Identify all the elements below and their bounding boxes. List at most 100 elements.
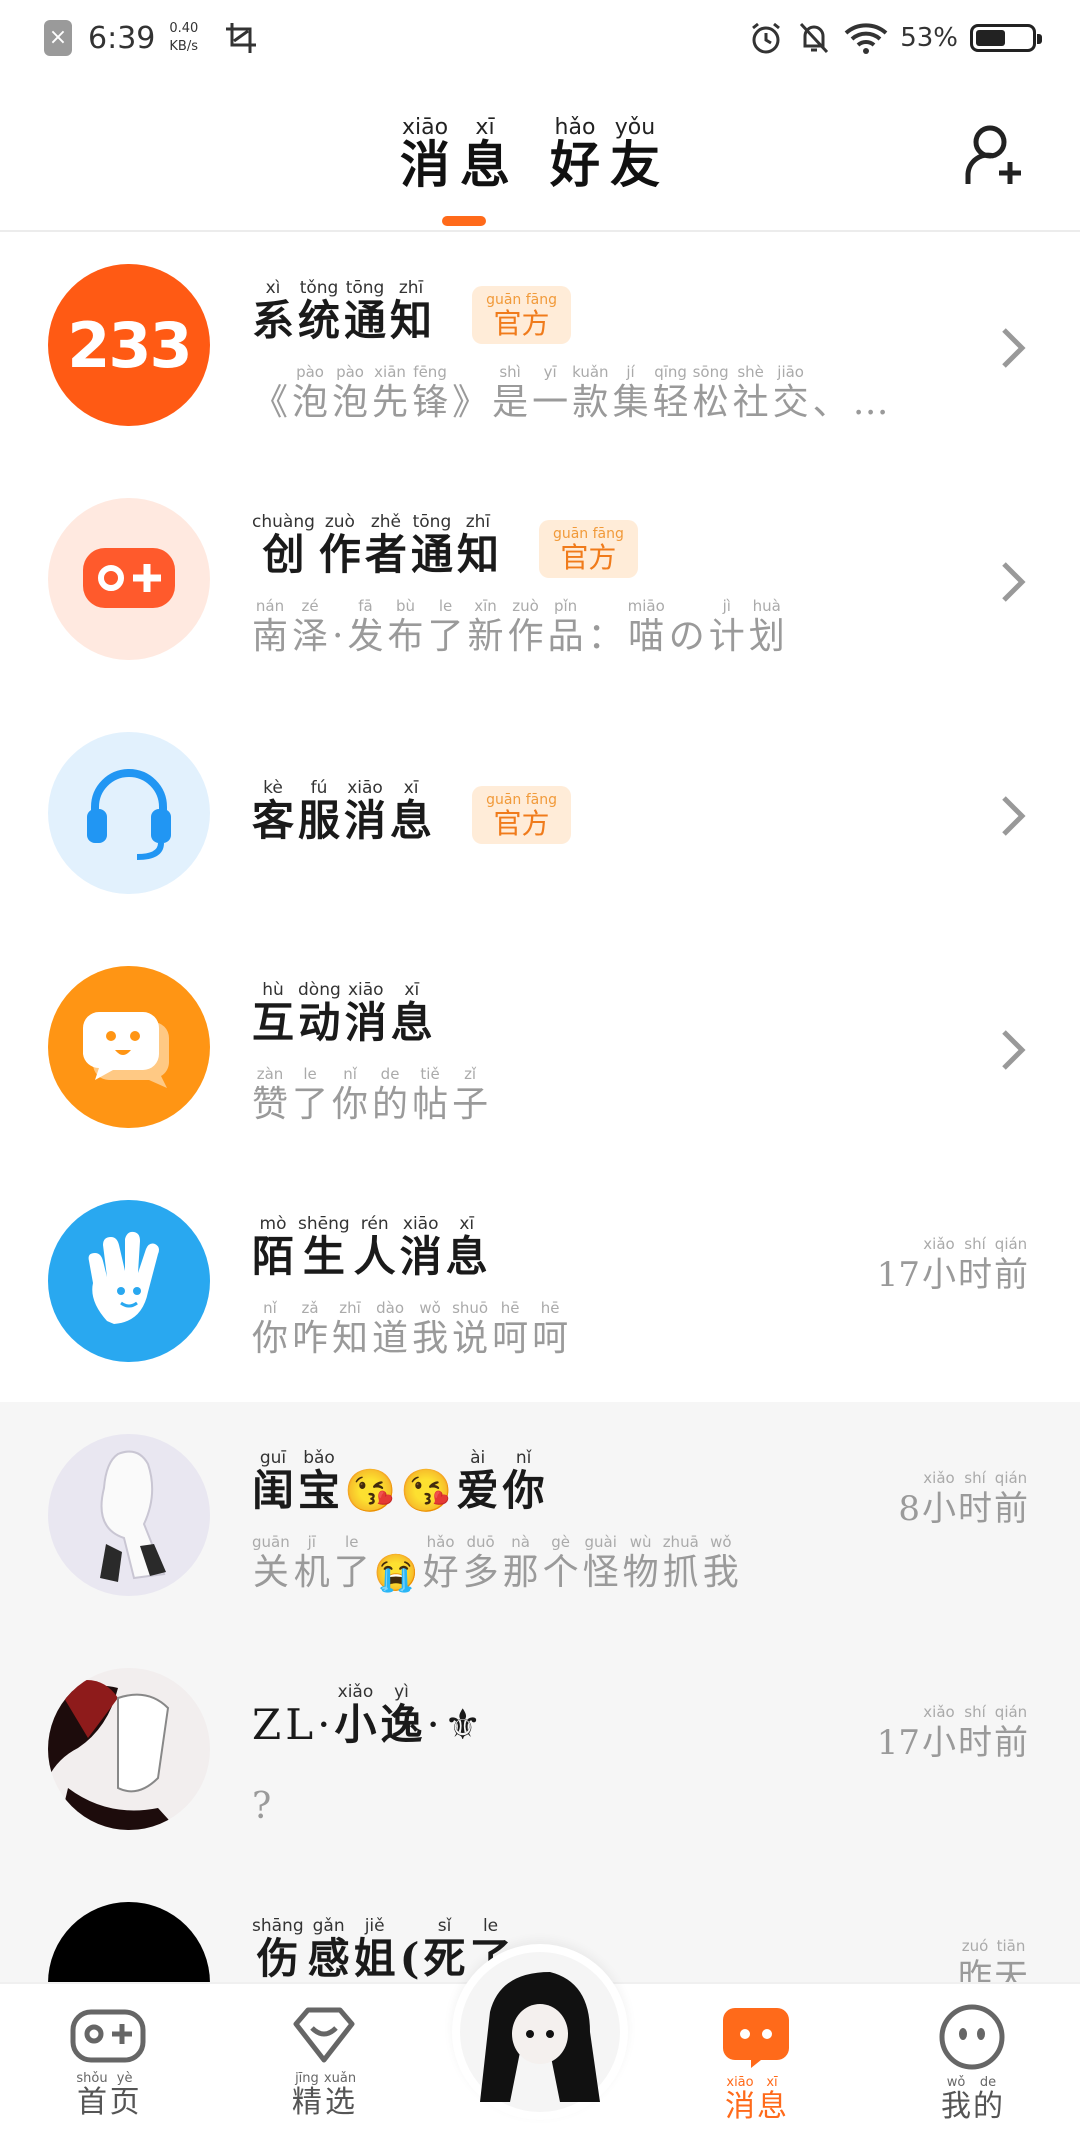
header: xiāo 消 xī 息 hǎo 好 yǒu 友 (0, 90, 1080, 232)
battery-level (976, 30, 1005, 46)
hanzi: 感 (307, 1934, 350, 1983)
hanzi: 时 (958, 1723, 992, 1763)
hanzi: 道 (372, 1318, 409, 1359)
pinyin (259, 1766, 264, 1786)
pinyin: yī (543, 363, 557, 381)
title-char: xiāo 消 (345, 980, 387, 1046)
pinyin: guī (259, 1448, 287, 1468)
pinyin: tōng (412, 512, 452, 532)
preview-char: dào 道 (372, 1298, 408, 1360)
hanzi: 》 (452, 382, 489, 423)
list-item-stranger-messages[interactable]: mò 陌 shēng 生 rén 人 xiāo 消 xī 息 nǐ 你 zǎ 咋 zhī 知 dào 道 wǒ 我 s… (0, 1168, 1080, 1402)
pinyin (296, 1682, 301, 1702)
pinyin: zǎ (301, 1299, 319, 1317)
title-char: zhī 知 (457, 512, 499, 578)
hanzi: 机 (293, 1552, 330, 1593)
hanzi: 的 (372, 1084, 409, 1125)
pinyin: tōng (345, 278, 385, 298)
list-item-system-notice[interactable]: 233 xì 系 tǒng 统 tōng 通 zhī 知 guān fāng 官方 《 pào 泡 pà… (0, 232, 1080, 466)
pinyin: wǒ (419, 1299, 441, 1317)
title-char: L (285, 1682, 313, 1748)
pinyin: xiāo (726, 2075, 754, 2090)
preview-char: · (332, 596, 343, 658)
time-number: 17 (876, 1723, 920, 1763)
title-char: hù 互 (252, 980, 294, 1046)
title-char: · (426, 1682, 439, 1748)
preview-char: le 了 (292, 1064, 328, 1126)
pinyin: wǒ (710, 1533, 732, 1551)
pinyin: miāo (627, 597, 665, 615)
pinyin: jī (307, 1533, 316, 1551)
title-char: rén 人 (354, 1214, 396, 1280)
hanzi: 作 (318, 530, 361, 579)
hanzi: 松 (692, 382, 729, 423)
title-char: ⚜ (444, 1682, 482, 1748)
hanzi: 知 (332, 1318, 369, 1359)
center-profile-avatar[interactable] (452, 1944, 628, 2120)
pinyin (367, 1448, 372, 1468)
hanzi: 时 (958, 1489, 992, 1529)
row-title: chuàng 创 zuò 作 zhě 者 tōng 通 zhī 知 guān fāng 官方 (252, 512, 638, 578)
list-item-chat[interactable]: guī 闺 bǎo 宝 😘 😘 ài 爱 nǐ 你 guān 关 jī 机 le 了 😭 hǎo 好 duō 多… (0, 1402, 1080, 1636)
hanzi: 😘 (344, 1467, 397, 1514)
hanzi: 😘 (400, 1467, 453, 1514)
preview-char: 😭 (374, 1532, 419, 1594)
hanzi: 了 (333, 1552, 370, 1593)
nav-messages[interactable]: xiāo 消 xī 息 (686, 2004, 826, 2124)
pinyin: tiān (996, 1937, 1026, 1955)
pinyin (430, 1682, 435, 1702)
pinyin: rén (360, 1214, 389, 1234)
pinyin: hē (500, 1299, 520, 1317)
time-char: xiǎo 小 (922, 1468, 956, 1530)
list-item-creator-notice[interactable]: chuàng 创 zuò 作 zhě 者 tōng 通 zhī 知 guān fāng 官方 nán 南… (0, 466, 1080, 700)
screenshot-icon (226, 23, 257, 53)
hanzi: 赞 (252, 1084, 289, 1125)
face-icon (939, 2004, 1005, 2070)
pinyin: le (303, 1065, 317, 1083)
title-char: xiāo 消 (400, 1214, 442, 1280)
hanzi: 轻 (652, 382, 689, 423)
hanzi: 喵 (628, 616, 665, 657)
pinyin: dòng (298, 980, 341, 1000)
pinyin: zhuā (662, 1533, 699, 1551)
title-char: zuò 作 (319, 512, 361, 578)
hanzi: 、 (812, 382, 849, 423)
tab-messages[interactable]: xiāo 消 xī 息 (400, 117, 510, 192)
preview-char: huà 划 (749, 596, 785, 658)
list-item-interaction[interactable]: hù 互 dòng 动 xiāo 消 xī 息 zàn 赞 le 了 nǐ 你 de 的 tiě 帖 zǐ 子 (0, 934, 1080, 1168)
pinyin: xiǎo (337, 1682, 374, 1702)
hanzi: 布 (387, 616, 424, 657)
pinyin: xiǎo (923, 1235, 955, 1253)
pinyin: hù (262, 980, 284, 1000)
hanzi: 个 (542, 1552, 579, 1593)
pinyin: nǐ (343, 1065, 357, 1083)
list-item-customer-service[interactable]: kè 客 fú 服 xiāo 消 xī 息 guān fāng 官方 (0, 700, 1080, 934)
add-user-icon[interactable] (962, 122, 1028, 188)
preview-char: jī 机 (294, 1532, 330, 1594)
hanzi: 品 (547, 616, 584, 657)
row-title: guī 闺 bǎo 宝 😘 😘 ài 爱 nǐ 你 (252, 1448, 545, 1514)
pinyin: xì (265, 278, 281, 298)
hanzi: 陌 (252, 1232, 295, 1281)
title-char: 😘 (344, 1448, 396, 1514)
tab-friends[interactable]: hǎo 好 yǒu 友 (550, 117, 660, 192)
hanzi: 多 (462, 1552, 499, 1593)
preview-char: pǐn 品 (548, 596, 584, 658)
hanzi: 服 (298, 796, 341, 845)
pinyin: kè (263, 778, 283, 798)
list-item-chat[interactable]: Z L · xiǎo 小 yì 逸 · ⚜ ? 17 xiǎo 小 shí 时 qián 前 (0, 1636, 1080, 1870)
pinyin: xīn (474, 597, 497, 615)
pinyin: jì (722, 597, 731, 615)
nav-featured[interactable]: jīng 精 xuǎn 选 (254, 2004, 394, 2120)
pinyin: mò (259, 1214, 287, 1234)
pinyin: xiāo (347, 980, 384, 1000)
preview-char: fā 发 (347, 596, 383, 658)
pinyin: shí (964, 1703, 986, 1721)
preview-char: shuō 说 (452, 1298, 488, 1360)
nav-home[interactable]: shǒu 首 yè 页 (38, 2004, 178, 2120)
pinyin: pào (296, 363, 324, 381)
nav-profile[interactable]: wǒ 我 de 的 (902, 2004, 1042, 2124)
pinyin: chuàng (252, 512, 315, 532)
hanzi: 小 (922, 1255, 956, 1295)
pinyin: le (438, 597, 453, 615)
